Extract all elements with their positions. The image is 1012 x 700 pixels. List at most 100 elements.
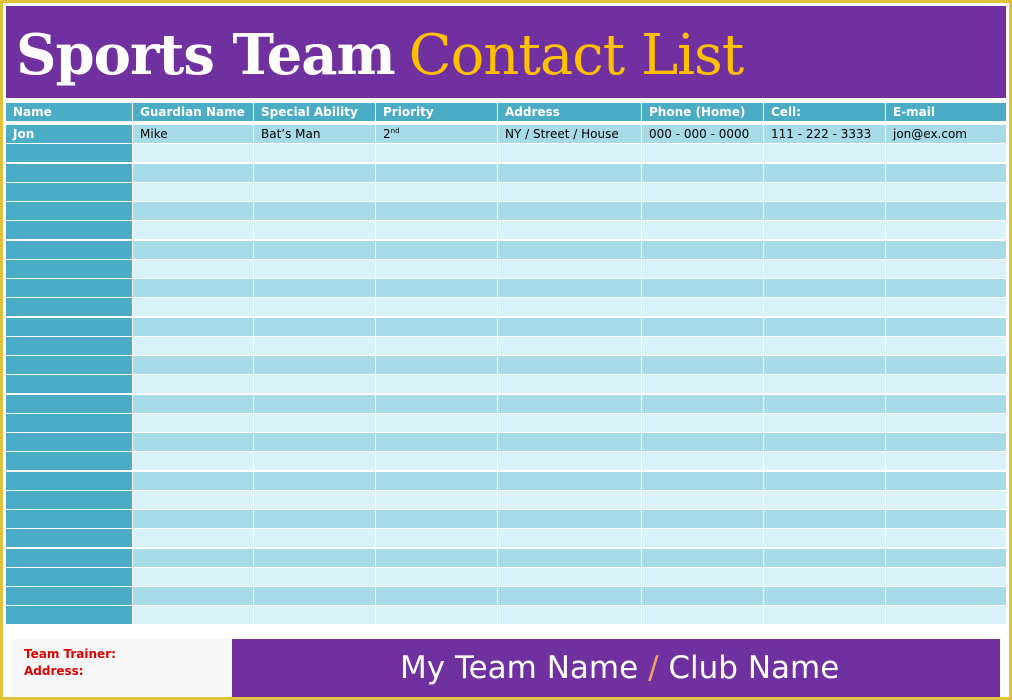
cell-email[interactable] (886, 433, 1006, 451)
cell-guardian-name[interactable] (133, 395, 253, 413)
cell-priority[interactable] (376, 606, 497, 624)
cell-address[interactable] (498, 472, 641, 490)
cell-priority[interactable] (376, 318, 497, 336)
cell-priority[interactable] (376, 529, 497, 547)
cell-guardian-name[interactable] (133, 510, 253, 528)
cell-cell[interactable]: 111 - 222 - 3333 (764, 125, 885, 143)
cell-priority[interactable] (376, 356, 497, 374)
cell-priority[interactable] (376, 568, 497, 586)
cell-address[interactable] (498, 241, 641, 259)
cell-email[interactable] (886, 164, 1006, 182)
cell-priority[interactable] (376, 414, 497, 432)
cell-guardian-name[interactable] (133, 164, 253, 182)
cell-phone-home[interactable] (642, 241, 763, 259)
cell-cell[interactable] (764, 568, 885, 586)
cell-special-ability[interactable] (254, 279, 375, 297)
cell-address[interactable] (498, 318, 641, 336)
cell-phone-home[interactable] (642, 510, 763, 528)
cell-priority[interactable] (376, 144, 497, 162)
cell-cell[interactable] (764, 221, 885, 239)
cell-guardian-name[interactable] (133, 260, 253, 278)
cell-special-ability[interactable] (254, 606, 375, 624)
cell-address[interactable] (498, 144, 641, 162)
cell-name[interactable] (6, 395, 132, 413)
cell-name[interactable] (6, 549, 132, 567)
cell-priority[interactable] (376, 395, 497, 413)
cell-address[interactable] (498, 395, 641, 413)
cell-phone-home[interactable] (642, 472, 763, 490)
cell-address[interactable]: NY / Street / House (498, 125, 641, 143)
cell-phone-home[interactable] (642, 395, 763, 413)
cell-phone-home[interactable] (642, 356, 763, 374)
cell-guardian-name[interactable] (133, 221, 253, 239)
cell-email[interactable] (886, 221, 1006, 239)
cell-special-ability[interactable] (254, 472, 375, 490)
cell-cell[interactable] (764, 183, 885, 201)
cell-cell[interactable] (764, 337, 885, 355)
cell-special-ability[interactable] (254, 164, 375, 182)
cell-address[interactable] (498, 202, 641, 220)
cell-special-ability[interactable] (254, 375, 375, 393)
cell-cell[interactable] (764, 356, 885, 374)
cell-address[interactable] (498, 298, 641, 316)
cell-phone-home[interactable] (642, 318, 763, 336)
cell-phone-home[interactable] (642, 452, 763, 470)
cell-cell[interactable] (764, 529, 885, 547)
cell-phone-home[interactable] (642, 549, 763, 567)
cell-name[interactable] (6, 606, 132, 624)
cell-cell[interactable] (764, 606, 885, 624)
cell-cell[interactable] (764, 414, 885, 432)
cell-email[interactable] (886, 375, 1006, 393)
cell-phone-home[interactable] (642, 298, 763, 316)
cell-guardian-name[interactable] (133, 472, 253, 490)
cell-cell[interactable] (764, 395, 885, 413)
cell-phone-home[interactable] (642, 433, 763, 451)
cell-name[interactable] (6, 510, 132, 528)
cell-priority[interactable] (376, 472, 497, 490)
cell-guardian-name[interactable] (133, 529, 253, 547)
cell-phone-home[interactable] (642, 279, 763, 297)
cell-guardian-name[interactable]: Mike (133, 125, 253, 143)
cell-phone-home[interactable] (642, 202, 763, 220)
cell-email[interactable] (886, 298, 1006, 316)
cell-name[interactable] (6, 260, 132, 278)
cell-name[interactable] (6, 318, 132, 336)
cell-guardian-name[interactable] (133, 183, 253, 201)
cell-name[interactable] (6, 337, 132, 355)
cell-special-ability[interactable] (254, 452, 375, 470)
cell-address[interactable] (498, 183, 641, 201)
cell-name[interactable] (6, 529, 132, 547)
cell-phone-home[interactable] (642, 144, 763, 162)
cell-address[interactable] (498, 356, 641, 374)
cell-phone-home[interactable] (642, 183, 763, 201)
cell-guardian-name[interactable] (133, 491, 253, 509)
cell-email[interactable] (886, 144, 1006, 162)
cell-phone-home[interactable] (642, 337, 763, 355)
cell-address[interactable] (498, 529, 641, 547)
cell-guardian-name[interactable] (133, 375, 253, 393)
cell-priority[interactable] (376, 491, 497, 509)
cell-email[interactable] (886, 606, 1006, 624)
cell-phone-home[interactable] (642, 568, 763, 586)
cell-guardian-name[interactable] (133, 241, 253, 259)
cell-name[interactable] (6, 356, 132, 374)
cell-email[interactable] (886, 202, 1006, 220)
cell-special-ability[interactable] (254, 221, 375, 239)
cell-address[interactable] (498, 414, 641, 432)
cell-email[interactable] (886, 241, 1006, 259)
cell-guardian-name[interactable] (133, 549, 253, 567)
cell-address[interactable] (498, 337, 641, 355)
cell-cell[interactable] (764, 241, 885, 259)
cell-special-ability[interactable] (254, 568, 375, 586)
cell-special-ability[interactable] (254, 433, 375, 451)
cell-name[interactable] (6, 279, 132, 297)
cell-email[interactable] (886, 587, 1006, 605)
cell-cell[interactable] (764, 452, 885, 470)
cell-email[interactable] (886, 260, 1006, 278)
cell-email[interactable] (886, 414, 1006, 432)
cell-address[interactable] (498, 452, 641, 470)
cell-special-ability[interactable] (254, 260, 375, 278)
cell-email[interactable]: jon@ex.com (886, 125, 1006, 143)
cell-name[interactable] (6, 568, 132, 586)
cell-guardian-name[interactable] (133, 202, 253, 220)
